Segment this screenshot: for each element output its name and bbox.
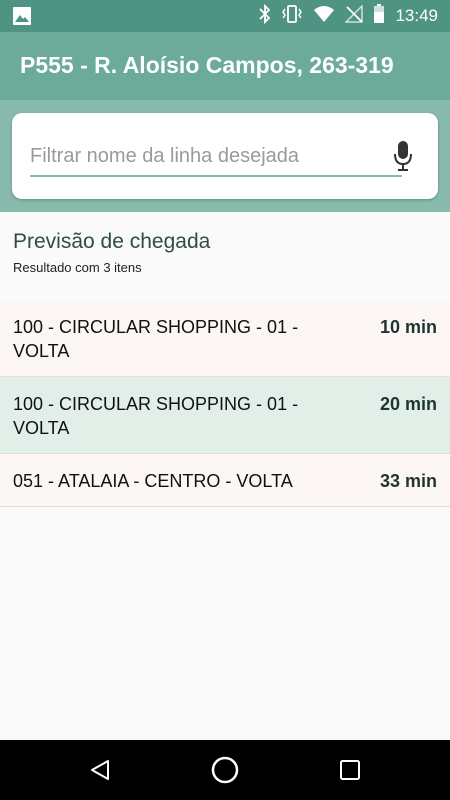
list-item[interactable]: 051 - ATALAIA - CENTRO - VOLTA 33 min <box>0 454 450 507</box>
line-name: 100 - CIRCULAR SHOPPING - 01 - VOLTA <box>13 317 299 361</box>
status-time: 13:49 <box>395 6 438 25</box>
search-section <box>0 100 450 212</box>
navigation-bar <box>0 740 450 800</box>
bluetooth-icon <box>259 3 271 29</box>
results-header: Previsão de chegada Resultado com 3 iten… <box>0 212 450 300</box>
arrival-time: 33 min <box>379 471 437 491</box>
results-title: Previsão de chegada <box>13 230 211 253</box>
line-name: 100 - CIRCULAR SHOPPING - 01 - VOLTA <box>13 394 299 438</box>
arrival-time: 20 min <box>379 394 437 414</box>
list-item[interactable]: 100 - CIRCULAR SHOPPING - 01 - VOLTA 20 … <box>0 377 450 454</box>
arrival-list: 100 - CIRCULAR SHOPPING - 01 - VOLTA 10 … <box>0 300 450 507</box>
battery-icon <box>373 3 385 29</box>
search-input[interactable] <box>30 137 402 177</box>
recents-icon[interactable] <box>332 752 368 788</box>
list-item[interactable]: 100 - CIRCULAR SHOPPING - 01 - VOLTA 10 … <box>0 300 450 377</box>
line-name: 051 - ATALAIA - CENTRO - VOLTA <box>13 471 293 491</box>
results-count: Resultado com 3 itens <box>13 260 142 275</box>
no-signal-icon <box>344 3 364 28</box>
home-icon[interactable] <box>207 752 243 788</box>
search-card <box>12 113 438 199</box>
wifi-icon <box>313 5 335 28</box>
app-bar: P555 - R. Aloísio Campos, 263-319 <box>0 32 450 100</box>
image-icon <box>12 6 32 26</box>
arrival-time: 10 min <box>379 317 437 337</box>
microphone-icon[interactable] <box>390 139 416 173</box>
vibrate-icon <box>281 4 303 29</box>
status-bar: 13:49 <box>0 0 450 32</box>
page-title: P555 - R. Aloísio Campos, 263-319 <box>20 52 394 78</box>
back-icon[interactable] <box>82 752 118 788</box>
